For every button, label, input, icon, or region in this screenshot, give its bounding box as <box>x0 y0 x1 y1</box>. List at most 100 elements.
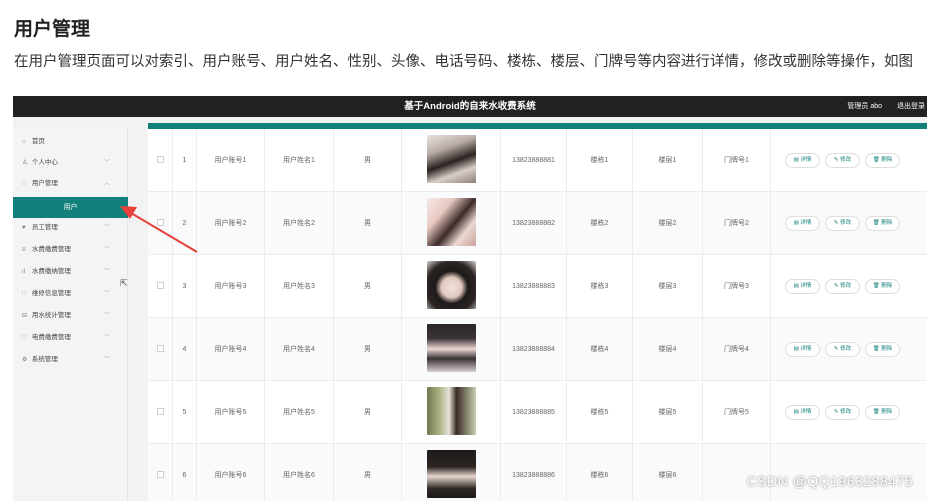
detail-button[interactable]: ▤ 详情 <box>785 216 820 231</box>
sidebar-item-label: 水费缴纳管理 <box>31 268 71 275</box>
edit-button[interactable]: ✎ 修改 <box>825 216 860 231</box>
chevron-down-icon: ﹀ <box>103 357 110 363</box>
sidebar-item-user-management[interactable]: ∷ 用户管理 ︿ <box>13 174 128 194</box>
delete-button[interactable]: 🗑 删除 <box>865 405 900 420</box>
cell-door: 门牌号2 <box>703 192 771 255</box>
cell-index: 4 <box>173 318 197 381</box>
admin-label: 管理员 abo <box>847 103 882 110</box>
edit-button[interactable]: ✎ 修改 <box>825 405 860 420</box>
watermark: CSDN @QQ1963288475 <box>746 473 913 489</box>
app-screenshot: 基于Android的自来水收费系统 管理员 abo 退出登录 ⌂ 首页 ♙ 个人… <box>13 96 927 501</box>
sidebar: ⌂ 首页 ♙ 个人中心 ﹀ ∷ 用户管理 ︿ 用户 ♥ 员工管理 ﹀ ≡ 水费缴… <box>13 128 128 501</box>
cell-floor: 楼层3 <box>633 255 703 318</box>
cell-door: 门牌号4 <box>703 318 771 381</box>
sidebar-item-water-stats[interactable]: ⊟ 用水统计管理 ﹀ <box>13 306 128 326</box>
cell-name: 用户姓名6 <box>265 444 334 501</box>
sidebar-subitem-users[interactable]: 用户 <box>13 197 128 218</box>
table-row: 4 用户账号4 用户姓名4 男 13823888884 楼栋4 楼层4 门牌号4… <box>148 318 927 381</box>
chevron-up-icon: ︿ <box>103 181 110 187</box>
pin-icon: ♥ <box>22 225 26 231</box>
cell-gender: 男 <box>334 129 402 192</box>
chart-icon: ıl <box>22 269 25 275</box>
sidebar-item-label: 系统管理 <box>31 356 58 363</box>
cell-phone: 13823888881 <box>501 129 567 192</box>
chevron-down-icon: ﹀ <box>103 247 110 253</box>
sidebar-item-home[interactable]: ⌂ 首页 <box>13 132 128 152</box>
sidebar-item-label: 用水统计管理 <box>31 312 71 319</box>
doc-heading: 用户管理 <box>14 19 91 40</box>
delete-icon: 🗑 <box>872 346 882 352</box>
cell-gender: 男 <box>334 192 402 255</box>
table-row: 5 用户账号5 用户姓名5 男 13823888885 楼栋5 楼层5 门牌号5… <box>148 381 927 444</box>
sidebar-item-electric-billing[interactable]: ∷ 电费缴费管理 ﹀ <box>13 328 128 348</box>
sidebar-item-label: 用户管理 <box>31 180 58 187</box>
cell-index: 6 <box>173 444 197 501</box>
doc-paragraph: 在用户管理页面可以对索引、用户账号、用户姓名、性别、头像、电话号码、楼栋、楼层、… <box>14 54 913 70</box>
table-row: 3 用户账号3 用户姓名3 男 13823888883 楼栋3 楼层3 门牌号3… <box>148 255 927 318</box>
delete-button[interactable]: 🗑 删除 <box>865 216 900 231</box>
cell-account: 用户账号4 <box>197 318 265 381</box>
cell-phone: 13823888883 <box>501 255 567 318</box>
cell-account: 用户账号1 <box>197 129 265 192</box>
list-icon: ≡ <box>22 247 26 253</box>
detail-button[interactable]: ▤ 详情 <box>785 153 820 168</box>
sidebar-item-profile[interactable]: ♙ 个人中心 ﹀ <box>13 153 128 173</box>
avatar <box>427 198 476 246</box>
grid-icon: ∷ <box>22 181 26 187</box>
logout-link[interactable]: 退出登录 <box>897 96 925 117</box>
cell-index: 1 <box>173 129 197 192</box>
sidebar-item-system[interactable]: ⚙ 系统管理 ﹀ <box>13 350 128 370</box>
chevron-down-icon: ﹀ <box>103 225 110 231</box>
edit-button[interactable]: ✎ 修改 <box>825 342 860 357</box>
chevron-down-icon: ﹀ <box>103 291 110 297</box>
table-icon: ⊟ <box>22 313 28 319</box>
cell-building: 楼栋2 <box>567 192 633 255</box>
person-icon: ♙ <box>22 160 28 166</box>
chevron-down-icon: ﹀ <box>103 160 110 166</box>
avatar <box>427 387 476 435</box>
cell-index: 3 <box>173 255 197 318</box>
edit-button[interactable]: ✎ 修改 <box>825 279 860 294</box>
cell-building: 楼栋6 <box>567 444 633 501</box>
delete-button[interactable]: 🗑 删除 <box>865 342 900 357</box>
cell-name: 用户姓名2 <box>265 192 334 255</box>
mouse-cursor-icon: ⇱ <box>120 278 128 288</box>
cell-account: 用户账号6 <box>197 444 265 501</box>
chevron-down-icon: ﹀ <box>103 335 110 341</box>
user-table: 1 用户账号1 用户姓名1 男 13823888881 楼栋1 楼层1 门牌号1… <box>148 123 927 501</box>
detail-button[interactable]: ▤ 详情 <box>785 405 820 420</box>
avatar <box>427 135 476 183</box>
cell-account: 用户账号2 <box>197 192 265 255</box>
cell-account: 用户账号3 <box>197 255 265 318</box>
cell-door: 门牌号5 <box>703 381 771 444</box>
cell-phone: 13823888884 <box>501 318 567 381</box>
sidebar-item-water-billing[interactable]: ≡ 水费缴费管理 ﹀ <box>13 240 128 260</box>
cell-account: 用户账号5 <box>197 381 265 444</box>
delete-icon: 🗑 <box>872 157 882 163</box>
avatar <box>427 261 476 309</box>
sidebar-item-repair[interactable]: ∷ 维修信息管理 ﹀ <box>13 284 128 304</box>
delete-button[interactable]: 🗑 删除 <box>865 279 900 294</box>
cell-index: 2 <box>173 192 197 255</box>
cell-floor: 楼层2 <box>633 192 703 255</box>
cell-building: 楼栋5 <box>567 381 633 444</box>
edit-button[interactable]: ✎ 修改 <box>825 153 860 168</box>
top-bar: 基于Android的自来水收费系统 管理员 abo 退出登录 <box>13 96 927 117</box>
sidebar-item-staff[interactable]: ♥ 员工管理 ﹀ <box>13 218 128 238</box>
avatar <box>427 324 476 372</box>
cell-building: 楼栋3 <box>567 255 633 318</box>
sidebar-item-water-payment[interactable]: ıl 水费缴纳管理 ﹀ <box>13 262 128 282</box>
cell-index: 5 <box>173 381 197 444</box>
cell-door: 门牌号1 <box>703 129 771 192</box>
cell-phone: 13823888885 <box>501 381 567 444</box>
delete-button[interactable]: 🗑 删除 <box>865 153 900 168</box>
detail-button[interactable]: ▤ 详情 <box>785 342 820 357</box>
sidebar-item-label: 个人中心 <box>31 159 58 166</box>
cell-floor: 楼层5 <box>633 381 703 444</box>
sidebar-item-label: 员工管理 <box>31 224 58 231</box>
delete-icon: 🗑 <box>872 220 882 226</box>
cell-name: 用户姓名4 <box>265 318 334 381</box>
detail-button[interactable]: ▤ 详情 <box>785 279 820 294</box>
chevron-down-icon: ﹀ <box>103 269 110 275</box>
cell-gender: 男 <box>334 255 402 318</box>
